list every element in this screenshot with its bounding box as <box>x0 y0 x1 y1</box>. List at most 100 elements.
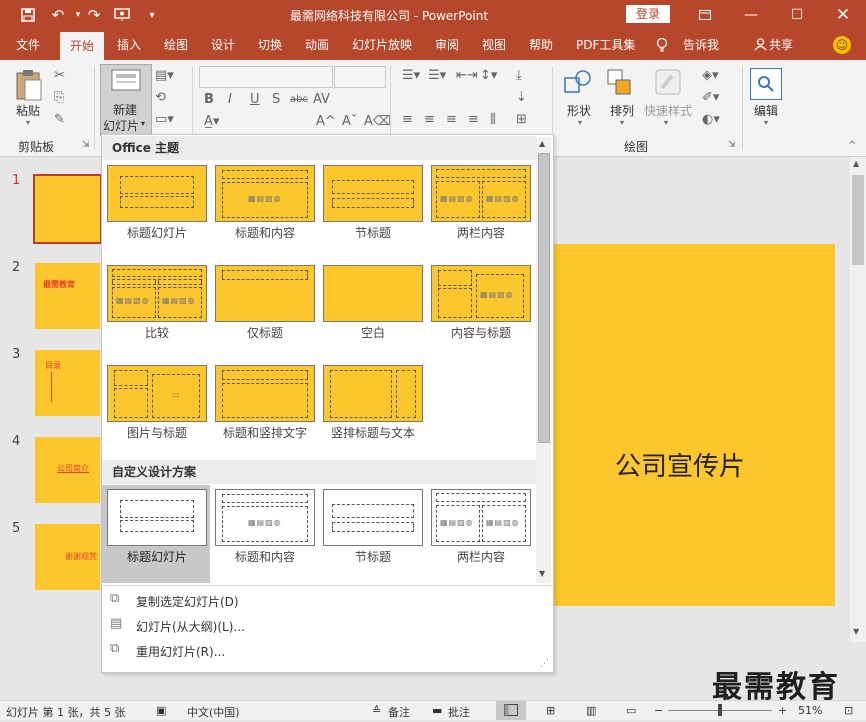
section-icon[interactable]: ▭▾ <box>155 112 174 127</box>
indent-icon[interactable]: ⇤⇥ <box>456 68 478 83</box>
slide-thumb-3[interactable]: 目录 <box>35 350 100 416</box>
columns-icon[interactable]: ⫼ <box>490 112 496 127</box>
notes-icon[interactable]: ≙ <box>372 704 381 717</box>
slides-from-outline-item[interactable]: 幻灯片(从大纲)(L)... <box>136 618 245 635</box>
copy-icon[interactable]: ⎘ <box>54 90 64 105</box>
language-indicator[interactable]: 中文(中国) <box>187 704 240 720</box>
minimize-icon[interactable]: — <box>728 0 774 30</box>
scroll-down-icon[interactable]: ▼ <box>539 569 545 578</box>
layout-comparison[interactable]: ▦▤▧◍ ▦▤▧◍ <box>107 265 207 322</box>
slide-thumb-1[interactable] <box>33 174 102 244</box>
align-center-icon[interactable]: ≡ <box>424 112 435 127</box>
new-slide-dropdown-icon[interactable]: ▾ <box>141 119 145 128</box>
arrange-icon[interactable] <box>606 68 634 102</box>
font-name-combo[interactable] <box>199 66 333 88</box>
custom-layout-two-content[interactable]: ▦▤▧◍ ▦▤▧◍ <box>431 489 531 546</box>
reset-icon[interactable]: ⟲ <box>155 90 166 105</box>
text-direction-icon[interactable]: ⤓ <box>516 68 522 83</box>
shapes-label[interactable]: 形状 <box>567 102 591 119</box>
collapse-ribbon-icon[interactable]: ^ <box>848 140 856 151</box>
layout-title-vertical-text[interactable] <box>215 365 315 422</box>
layout-content-caption[interactable]: ▦▤▧◍ <box>431 265 531 322</box>
line-spacing-icon[interactable]: ↕▾ <box>480 68 497 83</box>
quick-styles-label[interactable]: 快速样式 <box>644 102 692 119</box>
editor-scrollbar[interactable]: ▲ ▼ <box>850 157 866 642</box>
notes-button[interactable]: 备注 <box>388 704 410 720</box>
layout-two-content[interactable]: ▦▤▧◍ ▦▤▧◍ <box>431 165 531 222</box>
zoom-out-icon[interactable]: − <box>654 704 663 717</box>
bold-button[interactable]: B <box>204 92 214 107</box>
spellcheck-icon[interactable]: ▣ <box>156 704 166 717</box>
layout-blank[interactable] <box>323 265 423 322</box>
font-color-icon[interactable]: A̲▾ <box>204 114 219 129</box>
scroll-thumb[interactable] <box>852 175 864 265</box>
justify-icon[interactable]: ≡ <box>468 112 479 127</box>
tab-pdf-tools[interactable]: PDF工具集 <box>576 30 635 60</box>
duplicate-slide-item[interactable]: 复制选定幻灯片(D) <box>136 593 239 610</box>
slideshow-view-icon[interactable]: ▭ <box>626 704 636 717</box>
gallery-scroll-thumb[interactable] <box>538 153 550 443</box>
share-button[interactable]: 共享 <box>769 30 793 60</box>
arrange-dropdown-icon[interactable]: ▾ <box>620 118 624 127</box>
find-icon[interactable] <box>750 68 782 100</box>
layout-section-header[interactable] <box>323 165 423 222</box>
redo-icon[interactable]: ↷ <box>82 3 106 27</box>
custom-layout-title-content[interactable]: ▦▤▧◍ <box>215 489 315 546</box>
tell-me-search[interactable]: 告诉我 <box>683 30 719 60</box>
layout-title-slide[interactable] <box>107 165 207 222</box>
bullets-icon[interactable]: ☰▾ <box>402 68 420 83</box>
tab-animations[interactable]: 动画 <box>305 30 329 60</box>
font-size-combo[interactable] <box>334 66 386 88</box>
tab-draw[interactable]: 绘图 <box>164 30 188 60</box>
slide-sorter-icon[interactable]: ⊞ <box>546 704 555 717</box>
customize-icon[interactable]: ▾ <box>140 3 164 27</box>
edit-dropdown-icon[interactable]: ▾ <box>764 118 768 127</box>
shapes-dropdown-icon[interactable]: ▾ <box>578 118 582 127</box>
align-left-icon[interactable]: ≡ <box>402 112 413 127</box>
comments-icon[interactable]: ▬ <box>432 704 442 717</box>
comments-button[interactable]: 批注 <box>448 704 470 720</box>
ribbon-display-icon[interactable] <box>682 0 728 30</box>
arrange-label[interactable]: 排列 <box>610 102 634 119</box>
underline-button[interactable]: U <box>250 92 260 107</box>
slide-thumb-5[interactable]: 谢谢观赏 <box>35 524 100 590</box>
italic-button[interactable]: I <box>228 92 232 107</box>
tab-transitions[interactable]: 切换 <box>258 30 282 60</box>
align-text-icon[interactable]: ⇣ <box>516 90 527 105</box>
shapes-icon[interactable] <box>563 68 593 102</box>
share-icon[interactable] <box>754 30 767 60</box>
scroll-up-icon[interactable]: ▲ <box>853 159 859 168</box>
grow-font-icon[interactable]: A^ <box>316 114 336 129</box>
tab-home[interactable]: 开始 <box>60 32 105 60</box>
tab-help[interactable]: 帮助 <box>529 30 553 60</box>
shape-effects-icon[interactable]: ◐▾ <box>702 112 720 127</box>
clear-format-icon[interactable]: A⌫ <box>364 114 391 129</box>
layout-icon[interactable]: ▤▾ <box>155 68 174 83</box>
zoom-in-icon[interactable]: + <box>778 704 787 717</box>
drawing-launcher-icon[interactable]: ⇲ <box>728 140 736 150</box>
zoom-slider-thumb[interactable] <box>718 704 722 716</box>
scroll-down-icon[interactable]: ▼ <box>853 627 859 636</box>
layout-vertical-title-text[interactable] <box>323 365 423 422</box>
gallery-scrollbar[interactable]: ▲ ▼ <box>536 137 551 583</box>
login-button[interactable]: 登录 <box>626 5 670 23</box>
slide-title[interactable]: 公司宣传片 <box>615 446 745 483</box>
custom-layout-title-slide[interactable] <box>107 489 207 546</box>
new-slide-button[interactable]: 新建 幻灯片 ▾ <box>100 64 152 136</box>
maximize-icon[interactable]: ☐ <box>774 0 820 30</box>
shape-outline-icon[interactable]: ✐▾ <box>702 90 719 105</box>
close-icon[interactable]: ✕ <box>820 0 866 30</box>
quick-styles-dropdown-icon[interactable]: ▾ <box>664 118 668 127</box>
shadow-button[interactable]: S <box>272 92 280 107</box>
tab-slideshow[interactable]: 幻灯片放映 <box>352 30 412 60</box>
paste-dropdown-icon[interactable]: ▾ <box>26 118 30 127</box>
shrink-font-icon[interactable]: Aˇ <box>342 114 357 129</box>
tab-view[interactable]: 视图 <box>482 30 506 60</box>
layout-title-only[interactable] <box>215 265 315 322</box>
shape-fill-icon[interactable]: ◈▾ <box>702 68 719 83</box>
slide-thumb-4[interactable]: 公司简介 <box>35 437 100 503</box>
resize-grip-icon[interactable]: ⋰ <box>540 659 549 669</box>
clipboard-launcher-icon[interactable]: ⇲ <box>82 140 90 150</box>
char-spacing-button[interactable]: AV <box>313 92 330 107</box>
fit-to-window-icon[interactable]: ⊡ <box>844 704 853 717</box>
